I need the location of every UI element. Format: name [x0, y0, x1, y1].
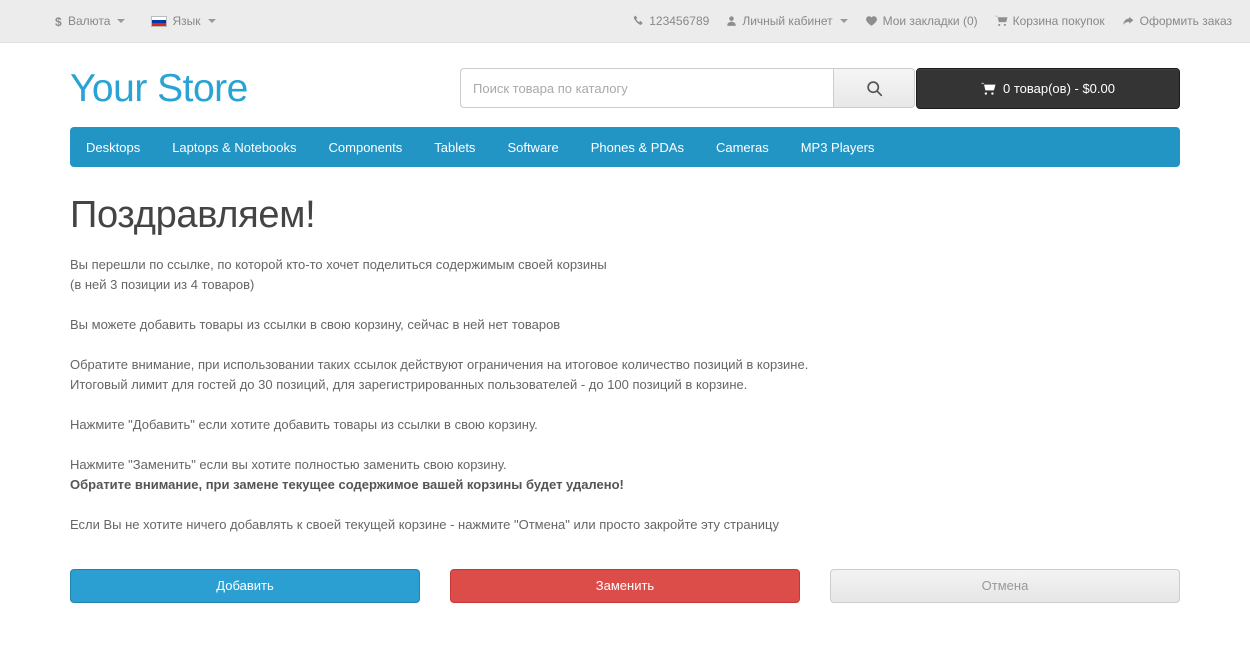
- cart-icon: [995, 15, 1008, 27]
- search-column: [460, 60, 915, 108]
- limits-line-2: Итоговый лимит для гостей до 30 позиций,…: [70, 376, 748, 392]
- checkout-link-label: Оформить заказ: [1139, 14, 1232, 28]
- intro-line-2: (в ней 3 позиции из 4 товаров): [70, 276, 255, 292]
- heart-icon: [865, 15, 878, 27]
- limits-line-1: Обратите внимание, при использовании так…: [70, 356, 809, 372]
- chevron-down-icon: [117, 19, 126, 23]
- dollar-icon: $: [55, 15, 63, 28]
- share-arrow-icon: [1122, 15, 1135, 27]
- currency-selector[interactable]: $ Валюта: [55, 14, 126, 28]
- page-title: Поздравляем!: [70, 194, 316, 236]
- phone-number: 123456789: [649, 14, 710, 28]
- current-cart-paragraph: Вы можете добавить товары из ссылки в св…: [70, 316, 561, 332]
- add-instruction-paragraph: Нажмите "Добавить" если хотите добавить …: [70, 416, 538, 432]
- main-navigation: Desktops Laptops & Notebooks Components …: [70, 127, 1180, 167]
- action-button-row: Добавить Заменить Отмена: [70, 568, 1180, 603]
- site-header: Your Store 0 товар(ов) - $0.00: [70, 43, 1180, 109]
- page-container: Your Store 0 товар(ов) - $0.00: [55, 43, 1195, 603]
- replace-line-1: Нажмите "Заменить" если вы хотите полнос…: [70, 456, 507, 472]
- add-button[interactable]: Добавить: [70, 568, 420, 603]
- wishlist-link-label: Мои закладки (0): [882, 14, 978, 28]
- cancel-button[interactable]: Отмена: [830, 568, 1180, 603]
- language-selector[interactable]: Язык: [151, 14, 216, 28]
- shopping-cart-link-label: Корзина покупок: [1012, 14, 1105, 28]
- search-group: [460, 68, 915, 108]
- svg-text:$: $: [55, 15, 62, 28]
- nav-item-laptops[interactable]: Laptops & Notebooks: [156, 127, 312, 167]
- phone-link[interactable]: 123456789: [632, 15, 709, 27]
- nav-item-components[interactable]: Components: [313, 127, 419, 167]
- nav-item-desktops[interactable]: Desktops: [70, 127, 156, 167]
- replace-instruction-paragraph: Нажмите "Заменить" если вы хотите полнос…: [70, 455, 1180, 495]
- intro-line-1: Вы перешли по ссылке, по которой кто-то …: [70, 256, 607, 272]
- replace-button[interactable]: Заменить: [450, 568, 800, 603]
- limits-paragraph: Обратите внимание, при использовании так…: [70, 355, 1180, 395]
- nav-item-cameras[interactable]: Cameras: [700, 127, 785, 167]
- chevron-down-icon: [207, 19, 216, 23]
- currency-selector-label: Валюта: [68, 14, 111, 28]
- search-icon: [866, 80, 883, 97]
- checkout-link[interactable]: Оформить заказ: [1122, 15, 1232, 27]
- account-link-label: Личный кабинет: [742, 14, 833, 28]
- search-button[interactable]: [833, 68, 915, 108]
- topbar-right-group: 123456789 Личный кабинет Мои закладки (0…: [632, 15, 1232, 27]
- site-logo[interactable]: Your Store: [70, 69, 248, 108]
- main-content: Поздравляем! Вы перешли по ссылке, по ко…: [70, 167, 1180, 603]
- cart-column: 0 товар(ов) - $0.00: [916, 60, 1180, 109]
- intro-paragraph: Вы перешли по ссылке, по которой кто-то …: [70, 255, 1180, 295]
- top-utility-bar: $ Валюта Язык 123456789 Личный кабинет М…: [0, 0, 1250, 43]
- nav-item-phones[interactable]: Phones & PDAs: [575, 127, 700, 167]
- nav-item-tablets[interactable]: Tablets: [418, 127, 491, 167]
- main-navigation-wrapper: Desktops Laptops & Notebooks Components …: [70, 127, 1180, 167]
- logo-column: Your Store: [70, 60, 460, 108]
- flag-ru-icon: [151, 15, 168, 27]
- wishlist-link[interactable]: Мои закладки (0): [865, 15, 978, 27]
- user-icon: [726, 15, 737, 27]
- topbar-left-group: $ Валюта Язык: [55, 15, 216, 28]
- nav-item-software[interactable]: Software: [491, 127, 574, 167]
- cart-icon: [981, 82, 996, 96]
- chevron-down-icon: [839, 19, 848, 23]
- nav-item-mp3players[interactable]: MP3 Players: [785, 127, 891, 167]
- search-input[interactable]: [460, 68, 833, 108]
- language-selector-label: Язык: [172, 14, 201, 28]
- account-link[interactable]: Личный кабинет: [726, 14, 848, 28]
- phone-icon: [632, 15, 644, 27]
- cart-total-button[interactable]: 0 товар(ов) - $0.00: [916, 68, 1180, 109]
- cart-total-label: 0 товар(ов) - $0.00: [1003, 81, 1115, 96]
- replace-warning: Обратите внимание, при замене текущее со…: [70, 476, 624, 492]
- cancel-instruction-paragraph: Если Вы не хотите ничего добавлять к сво…: [70, 516, 779, 532]
- shopping-cart-link[interactable]: Корзина покупок: [995, 15, 1105, 27]
